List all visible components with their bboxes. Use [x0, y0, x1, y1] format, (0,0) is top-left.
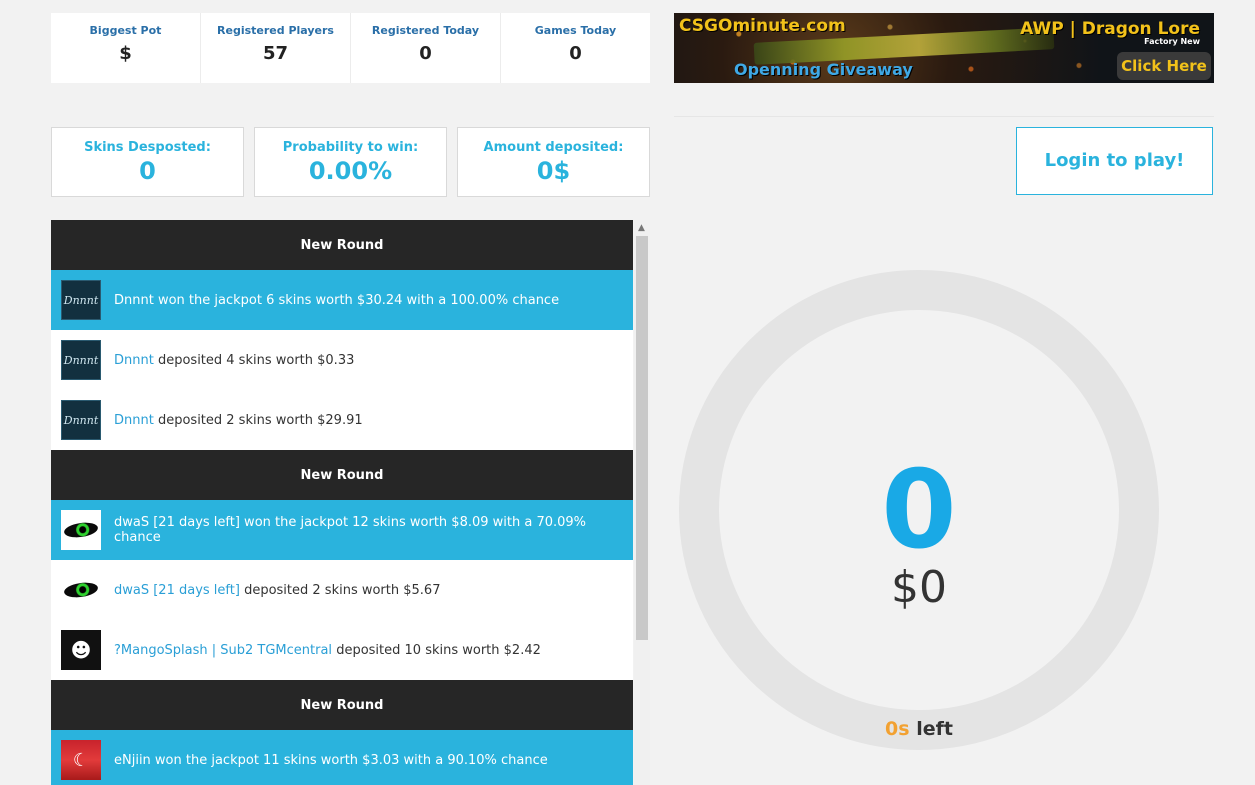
feed-text: dwaS [21 days left] deposited 2 skins wo… [114, 583, 440, 598]
player-name-link[interactable]: Dnnnt [114, 353, 154, 368]
login-button[interactable]: Login to play! [1016, 127, 1213, 195]
feed-text: eNjiin won the jackpot 11 skins worth $3… [114, 753, 548, 768]
winner-row: ☾ eNjiin won the jackpot 11 skins worth $… [51, 730, 633, 785]
deposit-row: Dnnnt Dnnnt deposited 4 skins worth $0.33 [51, 330, 633, 390]
player-stat-value: 0.00% [308, 157, 393, 185]
win-probability-box: Probability to win: 0.00% [254, 127, 447, 197]
stat-label: Biggest Pot [89, 24, 162, 37]
giveaway-banner[interactable]: CSGOminute.com AWP | Dragon Lore Factory… [674, 13, 1214, 83]
feed-message: deposited 2 skins worth $5.67 [239, 582, 441, 598]
stat-label: Registered Players [217, 24, 334, 37]
avatar: Dnnnt [61, 400, 101, 440]
round-timer: 0s left [679, 718, 1159, 740]
player-name-link[interactable]: ?MangoSplash | Sub2 TGMcentral [114, 643, 332, 658]
banner-subtitle: Factory New [1144, 37, 1200, 46]
new-round-header: New Round [51, 450, 633, 500]
stat-value: 57 [262, 43, 289, 64]
stat-label: Registered Today [371, 24, 480, 37]
player-stat-label: Skins Desposted: [84, 140, 211, 155]
feed-message: eNjiin won the jackpot 11 skins worth $3… [114, 752, 548, 768]
feed-scrollbar[interactable]: ▲ [634, 220, 650, 785]
banner-title: AWP | Dragon Lore [1020, 19, 1200, 39]
avatar: ☻ [61, 630, 101, 670]
eye-icon [63, 580, 99, 600]
avatar [61, 510, 101, 550]
scroll-up-icon[interactable]: ▲ [638, 223, 645, 233]
feed-message: deposited 2 skins worth $29.91 [153, 412, 363, 428]
stat-registered-today: Registered Today 0 [351, 13, 501, 83]
feed-text: ?MangoSplash | Sub2 TGMcentral deposited… [114, 643, 541, 658]
avatar: ☾ [61, 740, 101, 780]
new-round-header: New Round [51, 220, 633, 270]
banner-site: CSGOminute.com [679, 16, 846, 36]
stat-value: 0 [569, 43, 582, 64]
winner-row: Dnnnt Dnnnt won the jackpot 6 skins worth… [51, 270, 633, 330]
stat-games-today: Games Today 0 [501, 13, 650, 83]
player-stat-label: Probability to win: [282, 140, 419, 155]
timer-seconds: 0s [885, 718, 910, 740]
new-round-header: New Round [51, 680, 633, 730]
feed-text: Dnnnt deposited 2 skins worth $29.91 [114, 413, 363, 428]
avatar [61, 570, 101, 610]
pot-skins-count: 0 [881, 448, 957, 573]
skins-deposited-box: Skins Desposted: 0 [51, 127, 244, 197]
player-stat-value: 0 [139, 157, 156, 185]
banner-giveaway: Openning Giveaway [734, 60, 913, 79]
feed-message: deposited 4 skins worth $0.33 [153, 352, 355, 368]
player-stat-label: Amount deposited: [483, 140, 624, 155]
stat-registered-players: Registered Players 57 [201, 13, 351, 83]
timer-suffix: left [909, 718, 953, 740]
banner-click-button[interactable]: Click Here [1117, 52, 1211, 80]
deposit-row: ☻ ?MangoSplash | Sub2 TGMcentral deposite… [51, 620, 633, 680]
stat-biggest-pot: Biggest Pot $ [51, 13, 201, 83]
eye-icon [63, 520, 99, 540]
stat-label: Games Today [534, 24, 617, 37]
scrollbar-thumb[interactable] [636, 236, 648, 640]
player-name-link[interactable]: Dnnnt [114, 413, 154, 428]
feed-text: Dnnnt deposited 4 skins worth $0.33 [114, 353, 354, 368]
player-name-link[interactable]: dwaS [21 days left] [114, 583, 240, 598]
site-stats: Biggest Pot $ Registered Players 57 Regi… [51, 13, 650, 83]
divider [674, 116, 1214, 117]
round-history-feed[interactable]: New Round Dnnnt Dnnnt won the jackpot 6 sk… [51, 220, 633, 785]
winner-row: dwaS [21 days left] won the jackpot 12 s… [51, 500, 633, 560]
avatar: Dnnnt [61, 340, 101, 380]
feed-message: Dnnnt won the jackpot 6 skins worth $30.… [114, 292, 560, 308]
feed-text: dwaS [21 days left] won the jackpot 12 s… [114, 515, 633, 545]
amount-deposited-box: Amount deposited: 0$ [457, 127, 650, 197]
feed-text: Dnnnt won the jackpot 6 skins worth $30.… [114, 293, 559, 308]
deposit-row: Dnnnt Dnnnt deposited 2 skins worth $29.9… [51, 390, 633, 450]
avatar: Dnnnt [61, 280, 101, 320]
feed-message: deposited 10 skins worth $2.42 [332, 642, 541, 658]
stat-value: $ [119, 43, 132, 64]
pot-value: $0 [891, 562, 947, 613]
deposit-row: dwaS [21 days left] deposited 2 skins wo… [51, 560, 633, 620]
stat-value: 0 [419, 43, 432, 64]
feed-message: dwaS [21 days left] won the jackpot 12 s… [114, 515, 587, 545]
player-stat-value: 0$ [536, 157, 571, 185]
